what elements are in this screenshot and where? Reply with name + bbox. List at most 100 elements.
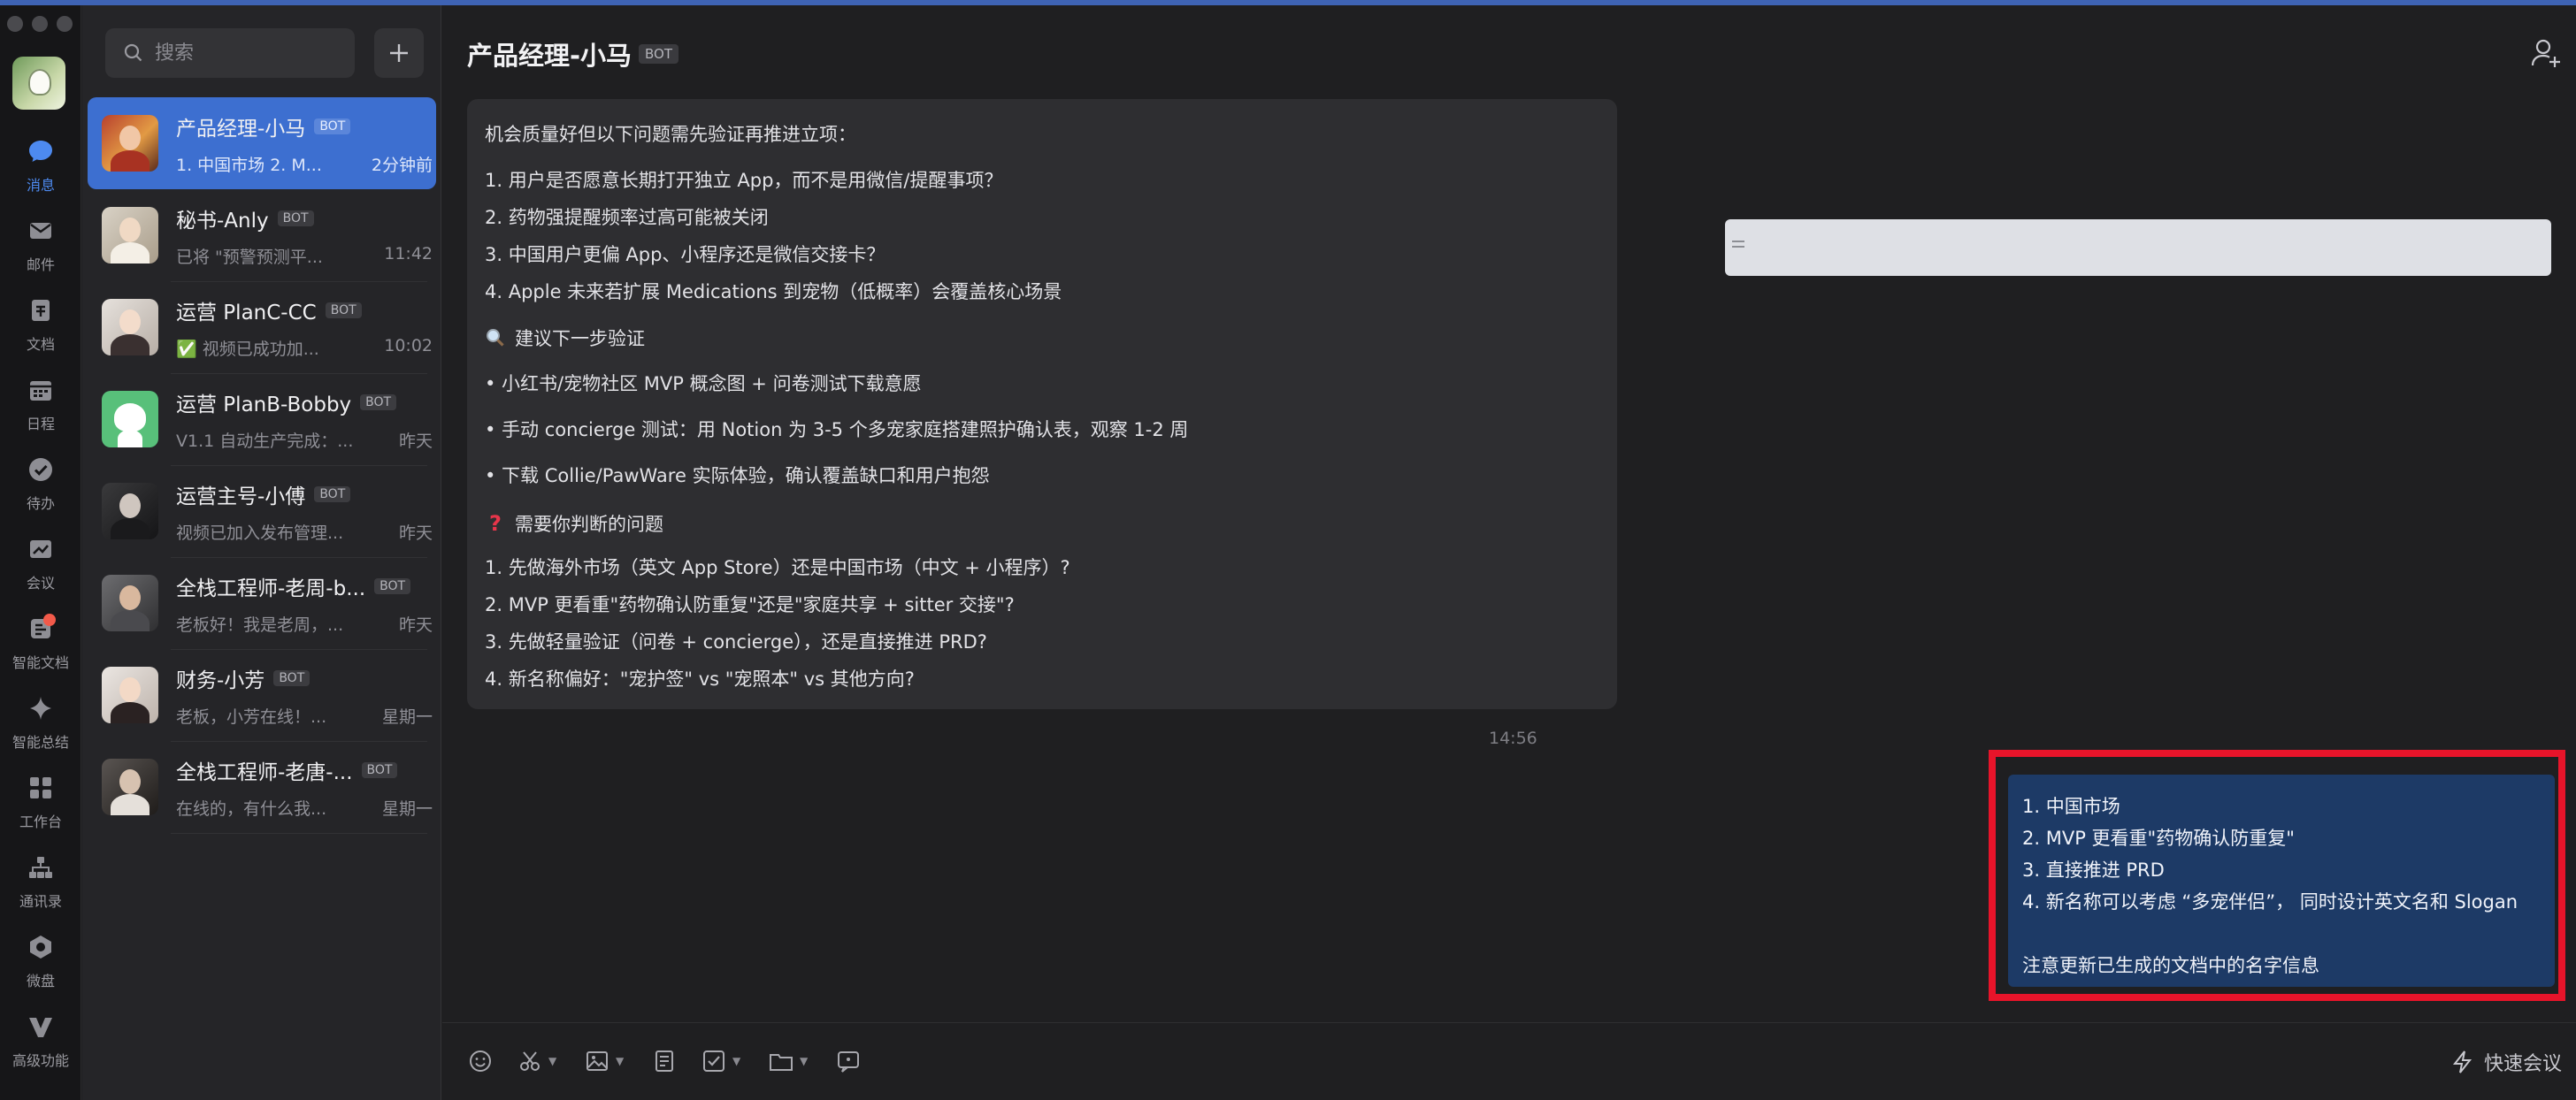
search-input[interactable] (155, 42, 332, 65)
meeting-icon (26, 534, 56, 564)
search-box[interactable] (105, 28, 355, 78)
chat-time: 昨天 (398, 523, 433, 543)
chat-preview: V1.1 自动生产完成：... (176, 431, 353, 451)
bot-badge: BOT (361, 761, 398, 778)
chat-time: 10:02 (384, 335, 433, 355)
chat-name: 全栈工程师-老周-b... (176, 577, 366, 600)
calendar-icon (26, 375, 56, 405)
drive-icon (26, 932, 56, 962)
bot-badge: BOT (314, 485, 351, 502)
question-item: 1. 先做海外市场（英文 App Store）还是中国市场（中文 + 小程序）? (485, 557, 1070, 578)
next-step-item: • 下载 Collie/PawWare 实际体验，确认覆盖缺口和用户抱怨 (485, 465, 990, 486)
chat-item[interactable]: 全栈工程师-老唐-... BOT 在线的，有什么我... 星期一 (88, 741, 436, 833)
chat-name: 运营 PlanC-CC (176, 301, 317, 325)
maximize-window-button[interactable] (57, 16, 73, 32)
chat-time: 11:42 (384, 243, 433, 264)
chevron-down-icon[interactable]: ▼ (616, 1055, 624, 1067)
question-item: 4. 新名称偏好："宠护签" vs "宠照本" vs 其他方向? (485, 668, 915, 690)
question-item: 2. MVP 更看重"药物确认防重复"还是"家庭共享 + sitter 交接"? (485, 594, 1015, 615)
window-controls (7, 16, 73, 32)
screenshot-button[interactable]: ▼ (517, 1048, 556, 1074)
chat-preview: 已将 "预警预测平... (176, 247, 323, 267)
message-line: 2. MVP 更看重"药物确认防重复" (2022, 828, 2295, 849)
rail-item-docs[interactable]: 文档 (0, 285, 81, 364)
rail-item-workbench[interactable]: 工作台 (0, 762, 81, 842)
message-card-icon (838, 1051, 859, 1073)
chat-avatar (102, 575, 158, 631)
chat-item[interactable]: 运营 PlanB-Bobby BOT V1.1 自动生产完成：... 昨天 (88, 373, 436, 465)
bot-message-bubble: 机会质量好但以下问题需先验证再推进立项： 1. 用户是否愿意长期打开独立 App… (467, 99, 1617, 709)
magnifier-emoji-icon (487, 329, 504, 347)
chat-time: 星期一 (381, 798, 433, 819)
rail-item-advanced[interactable]: 高级功能 (0, 1001, 81, 1081)
plus-icon (390, 44, 408, 62)
chat-item[interactable]: 秘书-Anly BOT 已将 "预警预测平... 11:42 (88, 189, 436, 281)
smart-doc-icon (26, 614, 56, 644)
message-line: 3. 直接推进 PRD (2022, 859, 2165, 881)
quick-meeting-button[interactable]: 快速会议 (2450, 1048, 2562, 1076)
add-member-icon[interactable] (2528, 35, 2564, 71)
chat-avatar (102, 759, 158, 815)
grid-icon (26, 773, 56, 803)
rail-item-calendar[interactable]: 日程 (0, 364, 81, 444)
card-button[interactable] (835, 1048, 862, 1074)
image-icon (586, 1051, 608, 1071)
message-line (2022, 918, 2541, 950)
image-button[interactable]: ▼ (584, 1048, 624, 1074)
rail-item-todo[interactable]: 待办 (0, 444, 81, 523)
chat-preview: 视频已加入发布管理... (176, 523, 344, 543)
rail-item-smart-summary[interactable]: 智能总结 (0, 683, 81, 762)
org-chart-icon (26, 852, 56, 882)
document-icon (26, 295, 56, 325)
task-button[interactable]: ▼ (701, 1048, 740, 1074)
chat-item[interactable]: 运营主号-小傅 BOT 视频已加入发布管理... 昨天 (88, 465, 436, 557)
divider (171, 833, 427, 834)
risk-item: 3. 中国用户更偏 App、小程序还是微信交接卡？ (485, 244, 886, 265)
conversation-panel: 产品经理-小马 BOT 机会质量好但以下问题需先验证再推进立项： 1. 用户是否… (442, 5, 2576, 1100)
rail-item-drive[interactable]: 微盘 (0, 921, 81, 1001)
chevron-down-icon[interactable]: ▼ (800, 1055, 808, 1067)
conversation-header: 产品经理-小马 BOT (442, 5, 2576, 94)
rail-item-smart-doc[interactable]: 智能文档 (0, 603, 81, 683)
sparkle-icon (26, 693, 56, 723)
conversation-title: 产品经理-小马 (467, 41, 632, 71)
rail-item-meeting[interactable]: 会议 (0, 523, 81, 603)
chat-item[interactable]: 全栈工程师-老周-b... BOT 老板好！我是老周，... 昨天 (88, 557, 436, 649)
folder-button[interactable]: ▼ (768, 1048, 808, 1074)
chat-preview: 老板好！我是老周，... (176, 615, 344, 635)
rail-item-mail[interactable]: 邮件 (0, 205, 81, 285)
rail-item-contacts[interactable]: 通讯录 (0, 842, 81, 921)
chevron-down-icon[interactable]: ▼ (548, 1055, 556, 1067)
scissors-icon (520, 1051, 540, 1071)
chat-preview: 老板，小芳在线！... (176, 707, 327, 727)
message-line: 4. 新名称可以考虑 “多宠伴侣”， 同时设计英文名和 Slogan (2022, 891, 2518, 913)
document-button[interactable] (651, 1048, 678, 1074)
file-icon (1732, 241, 1744, 248)
bot-badge: BOT (277, 210, 314, 226)
chat-item[interactable]: 财务-小芳 BOT 老板，小芳在线！... 星期一 (88, 649, 436, 741)
check-circle-icon (26, 455, 56, 485)
user-attachment-bubble[interactable] (1725, 219, 2551, 276)
bot-badge: BOT (374, 577, 411, 594)
emoji-button[interactable] (467, 1048, 494, 1074)
minimize-window-button[interactable] (32, 16, 48, 32)
bot-badge: BOT (273, 669, 310, 686)
chat-preview: 1. 中国市场 2. M... (176, 155, 322, 175)
chat-item[interactable]: 运营 PlanC-CC BOT ✅ 视频已成功加... 10:02 (88, 281, 436, 373)
chat-time: 星期一 (381, 707, 433, 727)
rail-item-messages[interactable]: 消息 (0, 126, 81, 205)
document-icon (656, 1050, 673, 1072)
chat-avatar (102, 667, 158, 723)
next-step-item: • 手动 concierge 测试：用 Notion 为 3-5 个多宠家庭搭建… (485, 419, 1189, 440)
chat-time: 2分钟前 (371, 155, 433, 175)
nav-rail: 消息 邮件 文档 日程 待办 会议 智能文档 智能总结 工作台 通讯录 微盘 高… (0, 5, 81, 1100)
bot-badge: BOT (639, 44, 678, 64)
chat-item[interactable]: 产品经理-小马 BOT 1. 中国市场 2. M... 2分钟前 (88, 97, 436, 189)
chat-avatar (102, 115, 158, 172)
message-line: 注意更新已生成的文档中的名字信息 (2022, 955, 2319, 976)
chevron-down-icon[interactable]: ▼ (732, 1055, 740, 1067)
next-step-item: • 小红书/宠物社区 MVP 概念图 + 问卷测试下载意愿 (485, 373, 922, 394)
my-avatar[interactable] (12, 57, 65, 110)
close-window-button[interactable] (7, 16, 23, 32)
add-button[interactable] (374, 28, 424, 78)
